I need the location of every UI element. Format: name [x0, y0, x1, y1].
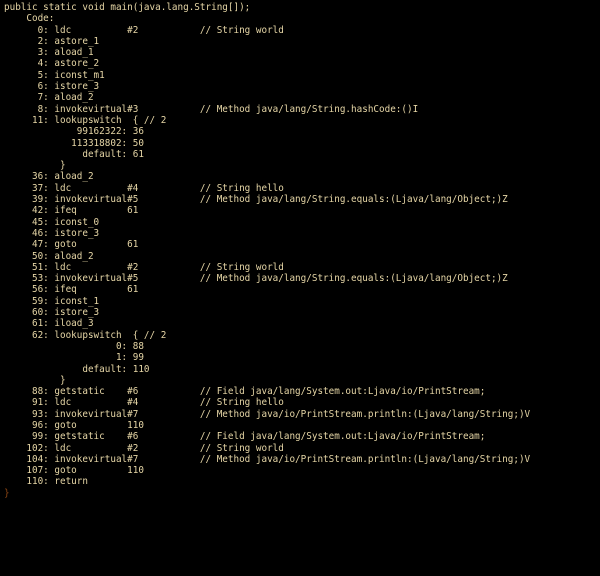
method-signature: public static void main(java.lang.String… [4, 2, 250, 13]
instruction-block: 0: ldc #2 // String world 2: astore_1 3:… [4, 25, 530, 488]
closing-brace: } [4, 488, 10, 499]
code-label [4, 13, 26, 24]
bytecode-listing: public static void main(java.lang.String… [0, 0, 600, 503]
